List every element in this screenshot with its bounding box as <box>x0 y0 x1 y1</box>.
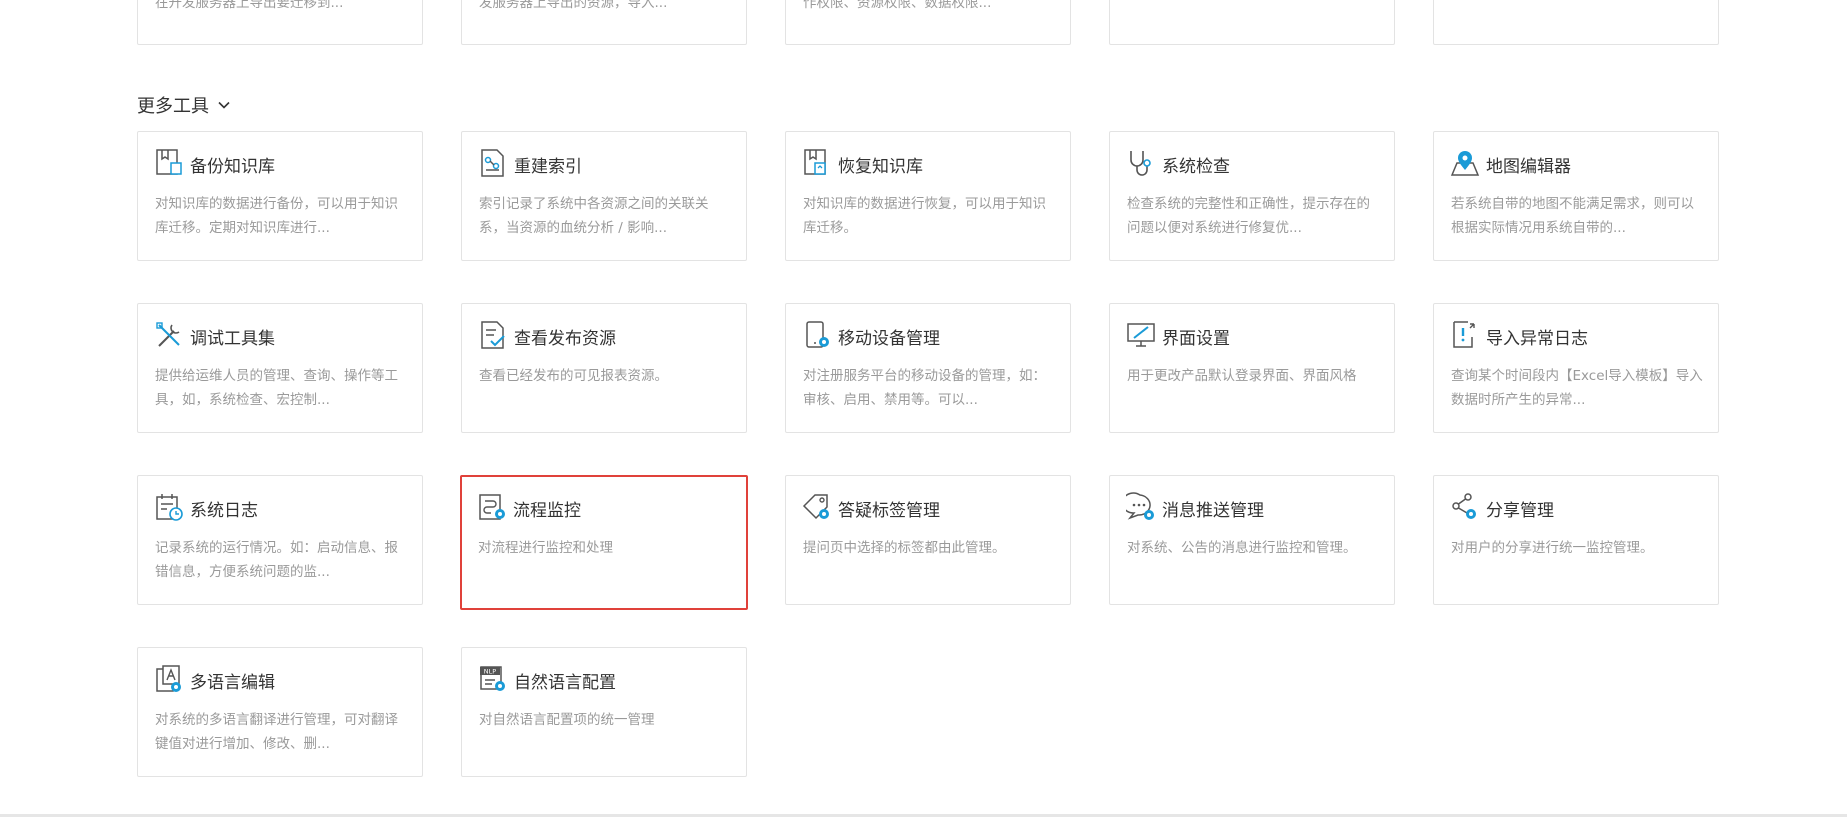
tool-title: 查看发布资源 <box>514 329 616 349</box>
map-pin-icon <box>1450 151 1480 176</box>
tool-desc: 对注册服务平台的移动设备的管理，如：审核、启用、禁用等。可以... <box>803 368 1046 408</box>
tool-title: 流程监控 <box>513 501 581 521</box>
import-error-log-icon <box>1453 321 1475 348</box>
flow-monitor-icon <box>479 494 505 520</box>
tool-title: 多语言编辑 <box>190 673 275 693</box>
tool-title: 系统日志 <box>190 501 258 521</box>
more-tools-toggle[interactable]: 更多工具 <box>137 92 231 118</box>
tool-card-published-resources[interactable]: 查看发布资源 查看已经发布的可见报表资源。 <box>461 303 747 433</box>
calendar-clock-icon <box>156 494 183 521</box>
tool-title: 调试工具集 <box>190 329 275 349</box>
tool-card-interface-settings[interactable]: 界面设置 用于更改产品默认登录界面、界面风格 <box>1109 303 1395 433</box>
published-doc-icon <box>481 321 505 349</box>
tool-card-import-error-log[interactable]: 导入异常日志 查询某个时间段内【Excel导入模板】导入数据时所产生的异常... <box>1433 303 1719 433</box>
tool-desc: 若系统自带的地图不能满足需求，则可以根据实际情况用系统自带的... <box>1451 196 1694 236</box>
tool-card-message-push[interactable]: 消息推送管理 对系统、公告的消息进行监控和管理。 <box>1109 475 1395 605</box>
top-card-2[interactable]: 发服务器上导出的资源，导入... <box>461 0 747 45</box>
tool-card-restore[interactable]: 恢复知识库 对知识库的数据进行恢复，可以用于知识库迁移。 <box>785 131 1071 261</box>
tool-desc: 对知识库的数据进行备份，可以用于知识库迁移。定期对知识库进行... <box>155 196 398 236</box>
tool-title: 移动设备管理 <box>838 329 940 349</box>
tool-card-rebuild-index[interactable]: 重建索引 索引记录了系统中各资源之间的关联关系，当资源的血统分析 / 影响... <box>461 131 747 261</box>
tool-card-mobile-devices[interactable]: 移动设备管理 对注册服务平台的移动设备的管理，如：审核、启用、禁用等。可以... <box>785 303 1071 433</box>
tool-desc: 对知识库的数据进行恢复，可以用于知识库迁移。 <box>803 196 1046 236</box>
rebuild-index-icon <box>481 149 504 177</box>
card-desc: 作权限、资源权限、数据权限... <box>803 0 992 11</box>
tool-title: 消息推送管理 <box>1162 501 1264 521</box>
tool-title: 导入异常日志 <box>1486 329 1588 349</box>
tool-desc: 提问页中选择的标签都由此管理。 <box>803 540 1006 556</box>
top-card-4[interactable] <box>1109 0 1395 45</box>
tool-title: 界面设置 <box>1162 329 1230 349</box>
card-desc: 在开发服务器上导出要迁移到... <box>155 0 344 11</box>
tool-desc: 记录系统的运行情况。如：启动信息、报错信息，方便系统问题的监... <box>155 540 398 580</box>
tool-title: 自然语言配置 <box>514 673 616 693</box>
tool-card-multilanguage[interactable]: 多语言编辑 对系统的多语言翻译进行管理，可对翻译键值对进行增加、修改、删... <box>137 647 423 777</box>
tag-gear-icon <box>802 494 829 520</box>
backup-icon <box>156 149 182 175</box>
tool-card-system-check[interactable]: 系统检查 检查系统的完整性和正确性，提示存在的问题以便对系统进行修复优... <box>1109 131 1395 261</box>
tool-desc: 对系统的多语言翻译进行管理，可对翻译键值对进行增加、修改、删... <box>155 712 398 752</box>
tool-title: 系统检查 <box>1162 157 1230 177</box>
restore-icon <box>804 149 826 175</box>
tool-desc: 对系统、公告的消息进行监控和管理。 <box>1127 540 1357 556</box>
mobile-gear-icon <box>806 321 829 348</box>
top-card-3[interactable]: 作权限、资源权限、数据权限... <box>785 0 1071 45</box>
svg-text:NLP: NLP <box>484 668 496 676</box>
tool-desc: 提供给运维人员的管理、查询、操作等工具，如，系统检查、宏控制... <box>155 368 398 408</box>
tool-desc: 用于更改产品默认登录界面、界面风格 <box>1127 368 1357 384</box>
tool-card-qa-tags[interactable]: 答疑标签管理 提问页中选择的标签都由此管理。 <box>785 475 1071 605</box>
tool-desc: 查看已经发布的可见报表资源。 <box>479 368 668 384</box>
tool-title: 答疑标签管理 <box>838 501 940 521</box>
tool-card-share-management[interactable]: 分享管理 对用户的分享进行统一监控管理。 <box>1433 475 1719 605</box>
chat-gear-icon <box>1126 492 1154 520</box>
tool-desc: 对用户的分享进行统一监控管理。 <box>1451 540 1654 556</box>
share-gear-icon <box>1452 493 1476 519</box>
tool-desc: 对自然语言配置项的统一管理 <box>479 712 655 728</box>
tool-card-nlp-config[interactable]: NLP 自然语言配置 对自然语言配置项的统一管理 <box>461 647 747 777</box>
tool-card-debug-tools[interactable]: 调试工具集 提供给运维人员的管理、查询、操作等工具，如，系统检查、宏控制... <box>137 303 423 433</box>
top-card-1[interactable]: 在开发服务器上导出要迁移到... <box>137 0 423 45</box>
tools-icon <box>156 322 180 347</box>
section-title: 更多工具 <box>137 96 209 117</box>
top-card-5[interactable] <box>1433 0 1719 45</box>
card-desc: 发服务器上导出的资源，导入... <box>479 0 668 11</box>
tool-desc: 检查系统的完整性和正确性，提示存在的问题以便对系统进行修复优... <box>1127 196 1370 236</box>
stethoscope-icon <box>1130 151 1151 176</box>
tool-desc: 索引记录了系统中各资源之间的关联关系，当资源的血统分析 / 影响... <box>479 196 709 236</box>
tool-card-backup[interactable]: 备份知识库 对知识库的数据进行备份，可以用于知识库迁移。定期对知识库进行... <box>137 131 423 261</box>
tool-card-flow-monitor[interactable]: 流程监控 对流程进行监控和处理 <box>460 475 748 610</box>
tool-desc: 查询某个时间段内【Excel导入模板】导入数据时所产生的异常... <box>1451 368 1703 408</box>
tool-desc: 对流程进行监控和处理 <box>478 540 613 556</box>
tool-title: 地图编辑器 <box>1486 157 1571 177</box>
tool-title: 备份知识库 <box>190 157 275 177</box>
nlp-gear-icon: NLP <box>480 666 505 691</box>
tool-card-map-editor[interactable]: 地图编辑器 若系统自带的地图不能满足需求，则可以根据实际情况用系统自带的... <box>1433 131 1719 261</box>
chevron-down-icon <box>218 101 230 109</box>
tool-title: 重建索引 <box>514 157 582 177</box>
monitor-brush-icon <box>1127 323 1155 347</box>
tool-title: 分享管理 <box>1486 501 1554 521</box>
tool-card-system-log[interactable]: 系统日志 记录系统的运行情况。如：启动信息、报错信息，方便系统问题的监... <box>137 475 423 605</box>
tool-title: 恢复知识库 <box>838 157 923 177</box>
language-gear-icon <box>156 665 181 692</box>
